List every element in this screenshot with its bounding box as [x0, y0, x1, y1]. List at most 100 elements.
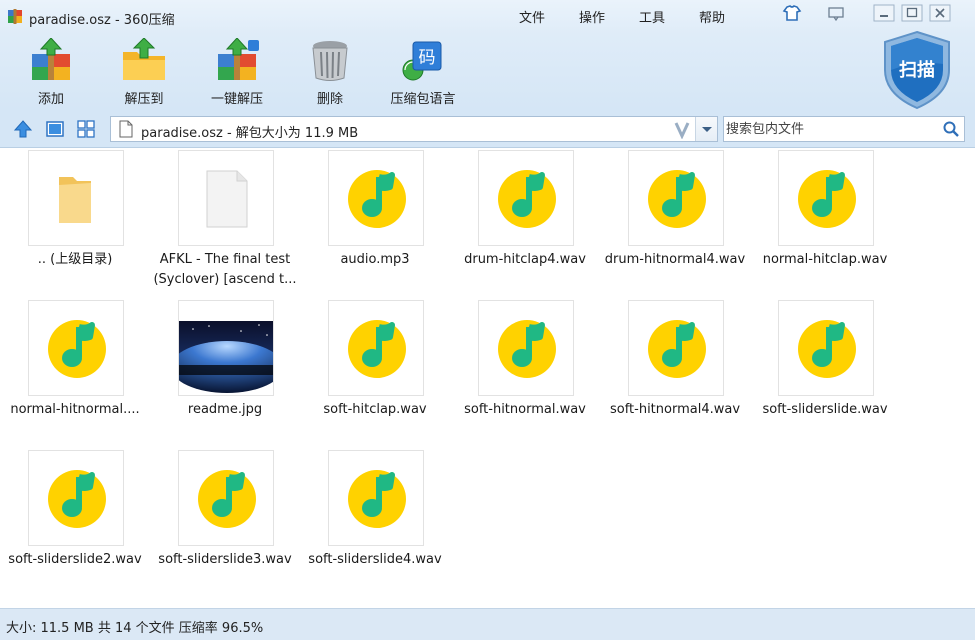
file-item-audio[interactable]: soft-sliderslide4.wav — [300, 448, 450, 598]
music-note-icon — [648, 320, 706, 378]
music-note-icon — [48, 320, 106, 378]
toolbar: 添加 解压到 一键解压 删除 码 压缩包语言 扫描 — [0, 30, 975, 110]
extract-to-button[interactable]: 解压到 — [99, 38, 189, 107]
extract-folder-icon — [123, 38, 165, 80]
file-thumbnail — [628, 300, 724, 396]
file-thumbnail — [328, 300, 424, 396]
maximize-icon[interactable] — [901, 4, 923, 22]
status-text: 大小: 11.5 MB 共 14 个文件 压缩率 96.5% — [6, 621, 264, 636]
file-name: soft-sliderslide3.wav — [158, 552, 292, 567]
delete-button[interactable]: 删除 — [285, 38, 375, 107]
path-field[interactable]: paradise.osz - 解包大小为 11.9 MB — [110, 116, 718, 142]
add-archive-icon — [32, 38, 70, 80]
menu-help[interactable]: 帮助 — [699, 7, 725, 26]
file-item-audio[interactable]: soft-hitnormal4.wav — [600, 298, 750, 448]
file-name: normal-hitclap.wav — [762, 252, 888, 267]
search-input[interactable] — [726, 119, 938, 139]
file-name: drum-hitnormal4.wav — [604, 252, 746, 267]
one-click-extract-label: 一键解压 — [210, 92, 263, 107]
scan-label: 扫描 — [899, 59, 935, 81]
archive-language-icon: 码 — [402, 41, 442, 81]
file-item-audio[interactable]: soft-hitnormal.wav — [450, 298, 600, 448]
one-click-extract-icon — [218, 38, 259, 80]
music-note-icon — [348, 170, 406, 228]
title-bar: paradise.osz - 360压缩 文件 操作 工具 帮助 — [0, 0, 975, 34]
file-grid: .. (上级目录) AFKL - The final test (Syclove… — [0, 148, 975, 608]
minimize-icon[interactable] — [873, 4, 895, 22]
file-name-line2: (Syclover) [ascend t... — [153, 272, 297, 287]
extract-to-label: 解压到 — [124, 92, 164, 107]
lang-badge-text: 码 — [419, 48, 436, 68]
file-thumbnail — [478, 150, 574, 246]
archive-language-label: 压缩包语言 — [390, 92, 456, 107]
file-item-audio[interactable]: soft-hitclap.wav — [300, 298, 450, 448]
file-thumbnail — [28, 150, 124, 246]
one-click-extract-button[interactable]: 一键解压 — [192, 38, 282, 107]
file-thumbnail — [28, 300, 124, 396]
address-bar: paradise.osz - 解包大小为 11.9 MB — [0, 110, 975, 148]
verify-v-icon[interactable] — [673, 119, 691, 139]
up-arrow-icon[interactable] — [13, 119, 33, 139]
file-item-audio[interactable]: drum-hitnormal4.wav — [600, 148, 750, 298]
file-thumbnail — [328, 450, 424, 546]
file-name: soft-hitnormal4.wav — [609, 402, 741, 417]
file-name: normal-hitnormal.... — [10, 402, 140, 417]
file-icon — [119, 120, 133, 138]
file-item-audio[interactable]: audio.mp3 — [300, 148, 450, 298]
add-button[interactable]: 添加 — [6, 38, 96, 107]
file-name: soft-sliderslide.wav — [762, 402, 888, 417]
file-item-image[interactable]: readme.jpg — [150, 298, 300, 448]
feedback-icon[interactable] — [825, 4, 847, 22]
file-thumbnail — [28, 450, 124, 546]
file-item-parent-dir[interactable]: .. (上级目录) — [0, 148, 150, 298]
file-name: soft-sliderslide4.wav — [308, 552, 442, 567]
music-note-icon — [798, 320, 856, 378]
menu-file[interactable]: 文件 — [519, 7, 545, 26]
file-name: .. (上级目录) — [37, 252, 113, 267]
file-item-document[interactable]: AFKL - The final test (Syclover) [ascend… — [150, 148, 300, 298]
blank-document-icon — [206, 170, 248, 228]
music-note-icon — [498, 170, 556, 228]
music-note-icon — [48, 470, 106, 528]
file-item-audio[interactable]: soft-sliderslide3.wav — [150, 448, 300, 598]
file-thumbnail — [178, 150, 274, 246]
music-note-icon — [498, 320, 556, 378]
archive-language-button[interactable]: 码 压缩包语言 — [378, 38, 468, 107]
file-name: soft-sliderslide2.wav — [8, 552, 142, 567]
music-note-icon — [348, 320, 406, 378]
path-history-dropdown[interactable] — [695, 117, 717, 141]
trash-bin-icon — [312, 41, 348, 81]
file-item-audio[interactable]: drum-hitclap4.wav — [450, 148, 600, 298]
file-thumbnail — [328, 150, 424, 246]
close-icon[interactable] — [929, 4, 951, 22]
search-icon[interactable] — [942, 120, 960, 138]
file-name: AFKL - The final test — [159, 252, 291, 267]
app-icon — [8, 9, 22, 24]
file-item-audio[interactable]: soft-sliderslide.wav — [750, 298, 900, 448]
file-name: drum-hitclap4.wav — [464, 252, 586, 267]
file-thumbnail — [178, 450, 274, 546]
path-text: paradise.osz - 解包大小为 11.9 MB — [141, 126, 359, 141]
status-bar: 大小: 11.5 MB 共 14 个文件 压缩率 96.5% — [0, 608, 975, 640]
delete-label: 删除 — [316, 92, 343, 107]
file-thumbnail — [478, 300, 574, 396]
menu-tools[interactable]: 工具 — [639, 7, 665, 26]
file-name: readme.jpg — [187, 402, 263, 417]
music-note-icon — [648, 170, 706, 228]
music-note-icon — [798, 170, 856, 228]
file-thumbnail — [178, 300, 274, 396]
space-planet-image — [179, 321, 273, 393]
scan-shield-button[interactable]: 扫描 — [881, 30, 953, 110]
menu-action[interactable]: 操作 — [579, 7, 605, 26]
file-item-audio[interactable]: normal-hitnormal.... — [0, 298, 150, 448]
search-field[interactable] — [723, 116, 965, 142]
thumbnail-view-icon[interactable] — [76, 119, 96, 139]
detail-view-icon[interactable] — [45, 119, 65, 139]
file-name: soft-hitnormal.wav — [464, 402, 586, 417]
folder-icon — [59, 177, 91, 223]
skin-shirt-icon[interactable] — [781, 4, 803, 22]
file-thumbnail — [778, 150, 874, 246]
file-item-audio[interactable]: normal-hitclap.wav — [750, 148, 900, 298]
file-item-audio[interactable]: soft-sliderslide2.wav — [0, 448, 150, 598]
window-title: paradise.osz - 360压缩 — [29, 13, 175, 28]
